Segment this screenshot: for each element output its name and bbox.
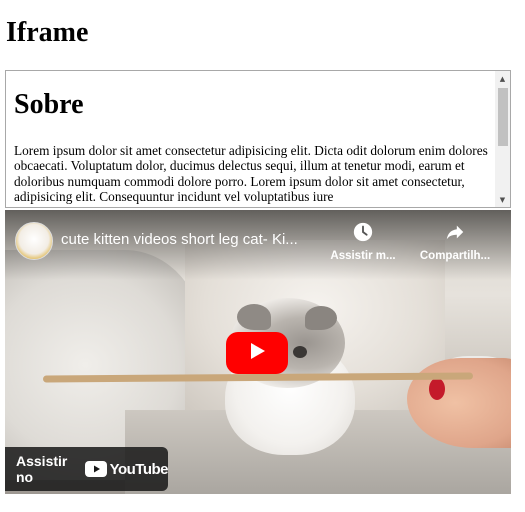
iframe-scrollbar[interactable]: ▲ ▼ [495, 71, 510, 207]
scroll-down-arrow-icon[interactable]: ▼ [495, 192, 510, 207]
video-title[interactable]: cute kitten videos short leg cat- Ki... [61, 230, 321, 250]
iframe-heading: Sobre [14, 89, 84, 120]
embedded-iframe[interactable]: Sobre Lorem ipsum dolor sit amet consect… [5, 70, 511, 208]
youtube-wordmark: YouTube [109, 460, 169, 478]
share-arrow-icon [443, 220, 467, 244]
watch-on-youtube-button[interactable]: Assistir no YouTube [5, 447, 169, 491]
play-button[interactable] [226, 332, 288, 374]
youtube-play-logo-icon [84, 461, 107, 477]
scroll-up-arrow-icon[interactable]: ▲ [495, 71, 510, 86]
iframe-paragraph: Lorem ipsum dolor sit amet consectetur a… [14, 143, 488, 205]
youtube-logo: YouTube [84, 460, 169, 478]
channel-avatar[interactable] [15, 222, 53, 260]
kitten-ear-left [237, 304, 271, 330]
share-label: Compartilh... [419, 250, 491, 262]
watch-later-label: Assistir m... [330, 250, 396, 262]
kitten-eye [293, 346, 307, 358]
painted-nail [429, 378, 445, 400]
watch-later-button[interactable]: Assistir m... [327, 220, 399, 262]
play-icon [247, 341, 267, 366]
watch-on-label: Assistir no [16, 453, 68, 485]
youtube-video-embed[interactable]: cute kitten videos short leg cat- Ki... … [5, 210, 511, 494]
page-title: Iframe [6, 17, 89, 48]
scrollbar-thumb[interactable] [498, 88, 508, 146]
share-button[interactable]: Compartilh... [415, 220, 495, 262]
kitten-ear-right [305, 306, 337, 330]
iframe-content: Sobre Lorem ipsum dolor sit amet consect… [14, 87, 488, 205]
clock-icon [351, 220, 375, 244]
